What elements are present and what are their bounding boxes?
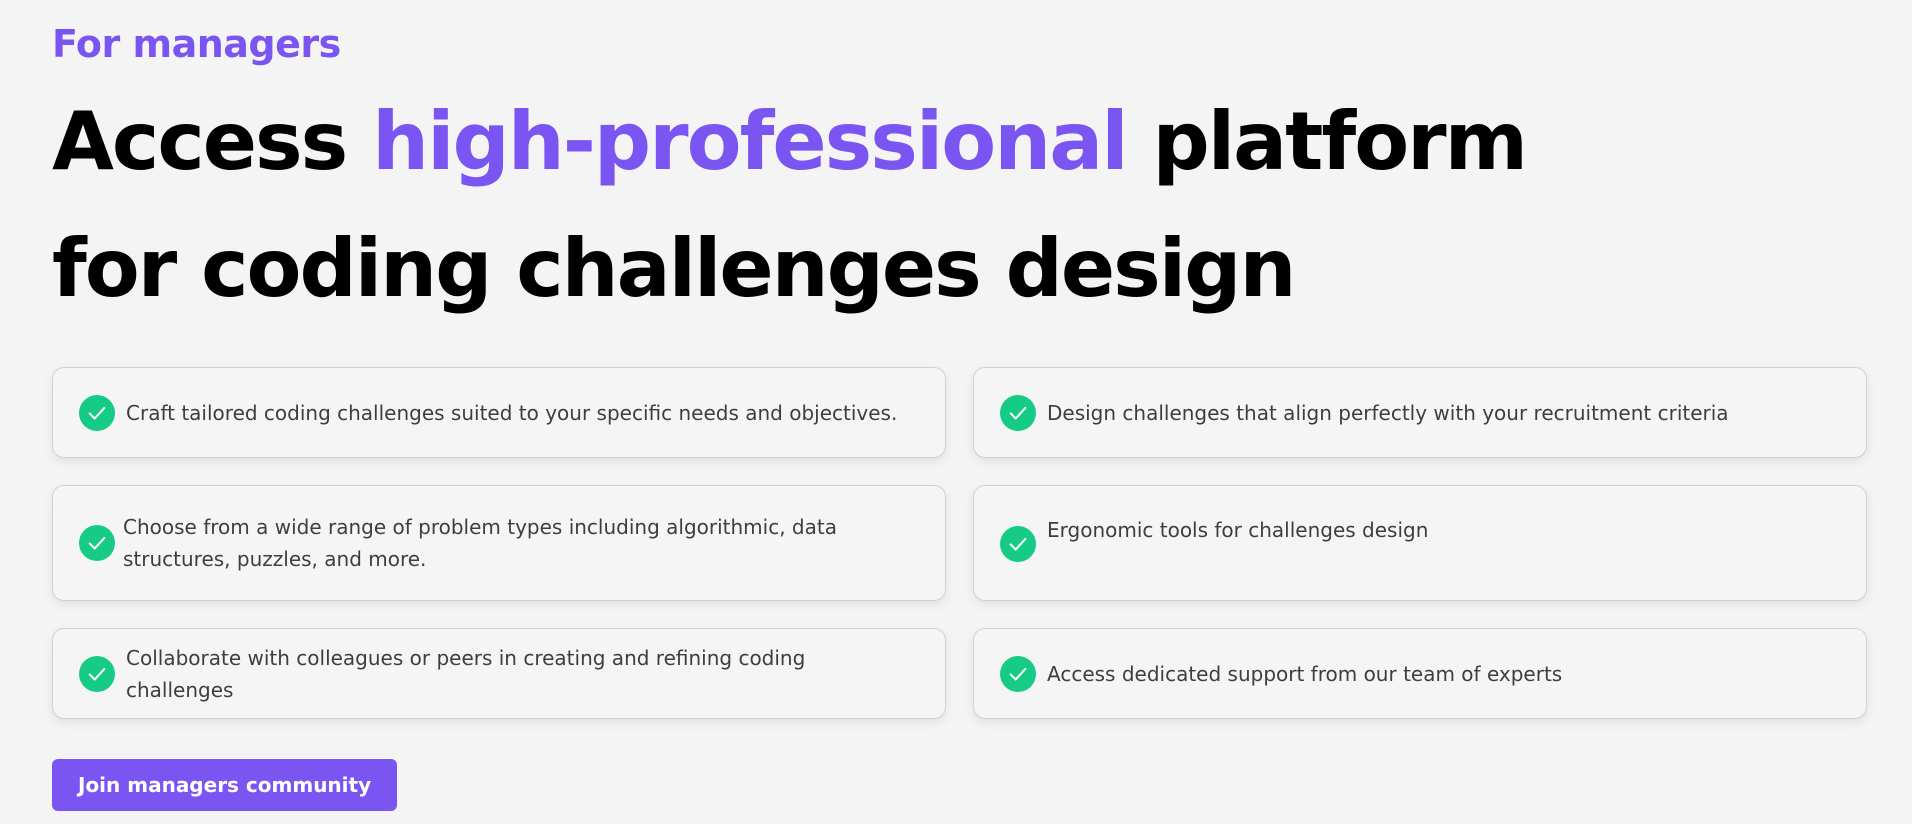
feature-card: Ergonomic tools for challenges design (973, 485, 1867, 601)
headline-text-start: Access (52, 95, 373, 188)
headline-line-2: for coding challenges design (52, 222, 1296, 315)
check-circle-icon (1000, 394, 1036, 431)
feature-text: Choose from a wide range of problem type… (123, 515, 837, 571)
section-eyebrow: For managers (52, 22, 341, 66)
check-circle-icon (1000, 655, 1036, 692)
join-managers-community-button[interactable]: Join managers community (52, 759, 398, 811)
feature-text: Craft tailored coding challenges suited … (126, 400, 898, 425)
feature-text: Ergonomic tools for challenges design (1047, 518, 1429, 542)
feature-card: Craft tailored coding challenges suited … (52, 367, 946, 458)
check-circle-icon (79, 525, 115, 561)
check-circle-icon (79, 394, 115, 431)
headline-text-end: platform (1126, 95, 1528, 188)
feature-card: Design challenges that align perfectly w… (973, 367, 1867, 458)
feature-card: Choose from a wide range of problem type… (52, 485, 946, 601)
check-circle-icon (1000, 526, 1036, 562)
headline-accent: high-professional (372, 95, 1129, 188)
managers-section: For managers Access high-professional pl… (0, 0, 1912, 824)
feature-card: Collaborate with colleagues or peers in … (52, 628, 946, 719)
feature-card: Access dedicated support from our team o… (973, 628, 1867, 719)
section-headline: Access high-professional platform for co… (52, 78, 1528, 332)
feature-text: Design challenges that align perfectly w… (1047, 400, 1729, 425)
feature-text: Access dedicated support from our team o… (1047, 661, 1563, 686)
feature-grid: Craft tailored coding challenges suited … (52, 367, 1868, 719)
feature-text: Collaborate with colleagues or peers in … (126, 645, 806, 702)
check-circle-icon (79, 655, 115, 692)
